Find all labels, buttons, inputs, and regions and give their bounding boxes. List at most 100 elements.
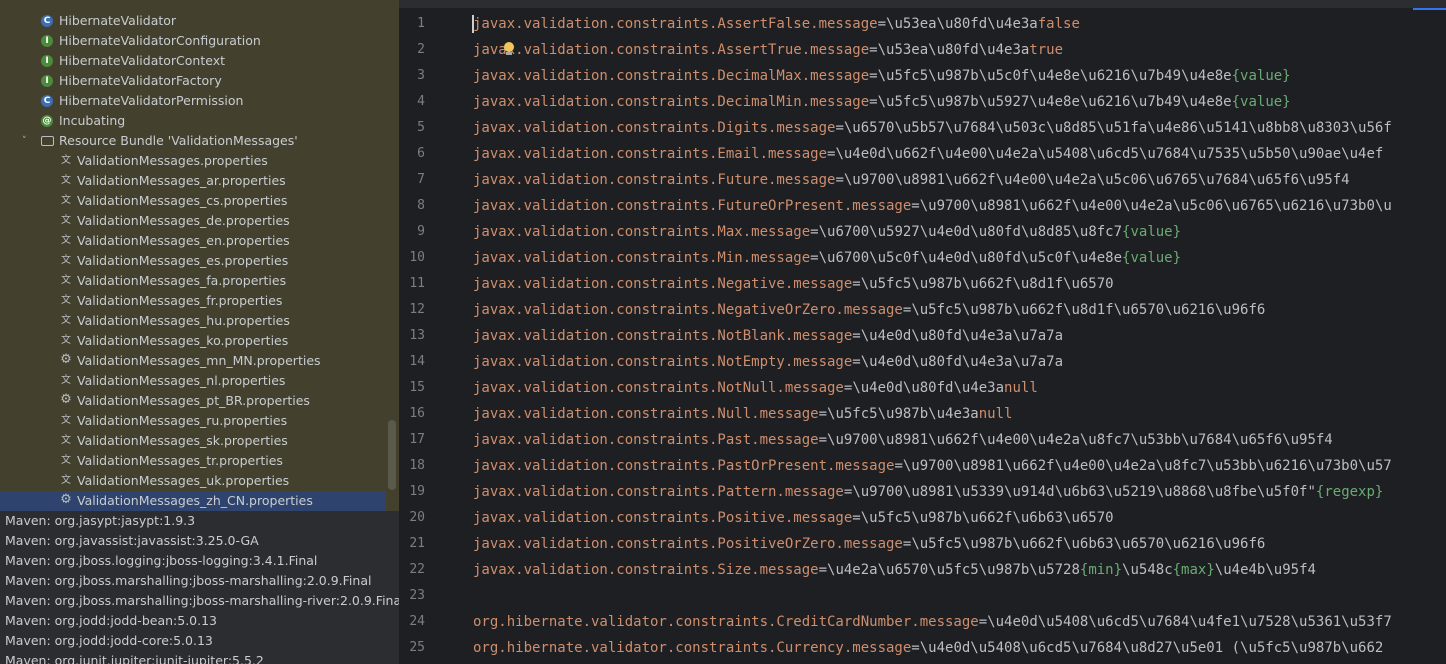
code-line[interactable]: 19 javax.validation.constraints.Pattern.m… xyxy=(399,479,1446,505)
properties-icon: 文 xyxy=(61,195,71,206)
interface-icon: I xyxy=(41,75,53,87)
tree-item[interactable]: C HibernateValidator xyxy=(0,11,399,31)
library-item[interactable]: Maven: org.junit.jupiter:junit-jupiter:5… xyxy=(0,651,399,664)
code-line[interactable]: 23 xyxy=(399,583,1446,609)
library-item[interactable]: Maven: org.jboss.logging:jboss-logging:3… xyxy=(0,551,399,571)
library-item[interactable]: Maven: org.jboss.marshalling:jboss-marsh… xyxy=(0,571,399,591)
tree-item[interactable]: 文 ValidationMessages_hu.properties xyxy=(0,311,399,331)
tree-item[interactable]: 文 ValidationMessages_ru.properties xyxy=(0,411,399,431)
library-item[interactable]: Maven: org.jodd:jodd-core:5.0.13 xyxy=(0,631,399,651)
property-key: javax.validation.constraints.AssertTrue.… xyxy=(473,42,870,58)
code-line[interactable]: 17 javax.validation.constraints.Past.mess… xyxy=(399,427,1446,453)
code-line[interactable]: 15 javax.validation.constraints.NotNull.m… xyxy=(399,375,1446,401)
tree-item[interactable]: @ Incubating xyxy=(0,111,399,131)
tree-item[interactable]: I HibernateValidatorFactory xyxy=(0,71,399,91)
library-item[interactable]: Maven: org.jboss.marshalling:jboss-marsh… xyxy=(0,591,399,611)
property-key: javax.validation.constraints.FutureOrPre… xyxy=(473,198,912,214)
library-item-label: Maven: org.javassist:javassist:3.25.0-GA xyxy=(5,533,259,548)
tree-item[interactable]: ⚙ ValidationMessages_pt_BR.properties xyxy=(0,391,399,411)
line-number: 21 xyxy=(409,536,425,551)
code-line[interactable]: 11 javax.validation.constraints.Negative.… xyxy=(399,271,1446,297)
property-value: \u4e0d\u80fd\u4e3a\u7a7a xyxy=(860,328,1064,344)
property-key: org.hibernate.validator.constraints.Cred… xyxy=(473,614,979,630)
tree-item[interactable]: ⚙ ValidationMessages_mn_MN.properties xyxy=(0,351,399,371)
tree-item[interactable]: I HibernateValidatorContext xyxy=(0,51,399,71)
property-key: javax.validation.constraints.Past.messag… xyxy=(473,432,819,448)
code-line[interactable]: 5 javax.validation.constraints.Digits.mes… xyxy=(399,115,1446,141)
tree-item[interactable]: 文 ValidationMessages_tr.properties xyxy=(0,451,399,471)
code-line[interactable]: 24 org.hibernate.validator.constraints.Cr… xyxy=(399,609,1446,635)
code-line[interactable]: 13 javax.validation.constraints.NotBlank.… xyxy=(399,323,1446,349)
code-line[interactable]: 4 javax.validation.constraints.DecimalMin… xyxy=(399,89,1446,115)
property-value: \u5fc5\u987b\u662f\u6b63\u6570 xyxy=(860,510,1114,526)
interface-icon: I xyxy=(41,35,53,47)
property-value: \u53ea\u80fd\u4e3a xyxy=(877,42,1030,58)
properties-icon: 文 xyxy=(61,295,71,306)
code-line[interactable]: 25 org.hibernate.validator.constraints.Cu… xyxy=(399,635,1446,661)
code-line[interactable]: 8 javax.validation.constraints.FutureOrPr… xyxy=(399,193,1446,219)
code-text: javax.validation.constraints.DecimalMin.… xyxy=(473,89,1291,115)
property-key: javax.validation.constraints.Positive.me… xyxy=(473,510,853,526)
tree-item[interactable]: 文 ValidationMessages_ko.properties xyxy=(0,331,399,351)
code-text: javax.validation.constraints.Max.message… xyxy=(473,219,1181,245)
line-number: 12 xyxy=(409,302,425,317)
code-line[interactable]: 2 javax.validation.constraints.AssertTrue… xyxy=(399,37,1446,63)
tree-item[interactable]: ˅ Resource Bundle 'ValidationMessages' xyxy=(0,131,399,151)
property-value: \u9700\u8981\u662f\u4e00\u4e2a\u5c06\u67… xyxy=(843,172,1350,188)
code-text: javax.validation.constraints.Past.messag… xyxy=(473,427,1333,453)
tree-item-label: HibernateValidatorContext xyxy=(59,53,226,68)
property-key: javax.validation.constraints.Max.message xyxy=(473,224,811,240)
code-line[interactable]: 10 javax.validation.constraints.Min.messa… xyxy=(399,245,1446,271)
tree-item-label: ValidationMessages_cs.properties xyxy=(77,193,288,208)
tree-item[interactable]: 文 ValidationMessages_nl.properties xyxy=(0,371,399,391)
library-item[interactable]: Maven: org.jasypt:jasypt:1.9.3 xyxy=(0,511,399,531)
tree-item[interactable]: I HibernateValidatorConfiguration xyxy=(0,31,399,51)
code-text: javax.validation.constraints.NotNull.mes… xyxy=(473,375,1038,401)
code-line[interactable]: 6 javax.validation.constraints.Email.mess… xyxy=(399,141,1446,167)
code-line[interactable]: 3 javax.validation.constraints.DecimalMax… xyxy=(399,63,1446,89)
code-line[interactable]: 12 javax.validation.constraints.NegativeO… xyxy=(399,297,1446,323)
code-text: javax.validation.constraints.Digits.mess… xyxy=(473,115,1392,141)
line-number: 10 xyxy=(409,250,425,265)
code-line[interactable]: 7 javax.validation.constraints.Future.mes… xyxy=(399,167,1446,193)
code-text: javax.validation.constraints.Size.messag… xyxy=(473,557,1316,583)
property-key: javax.validation.constraints.PositiveOrZ… xyxy=(473,536,903,552)
tree-item[interactable]: 文 ValidationMessages_cs.properties xyxy=(0,191,399,211)
tree-item-label: HibernateValidator xyxy=(59,13,177,28)
tree-item[interactable]: 文 ValidationMessages_de.properties xyxy=(0,211,399,231)
code-line[interactable]: 16 javax.validation.constraints.Null.mess… xyxy=(399,401,1446,427)
tree-item-label: ValidationMessages_fr.properties xyxy=(77,293,283,308)
tree-item[interactable]: 文 ValidationMessages_en.properties xyxy=(0,231,399,251)
code-text: javax.validation.constraints.PositiveOrZ… xyxy=(473,531,1265,557)
tree-item[interactable]: 文 ValidationMessages_uk.properties xyxy=(0,471,399,491)
code-line[interactable]: 21 javax.validation.constraints.PositiveO… xyxy=(399,531,1446,557)
property-key: javax.validation.constraints.NotNull.mes… xyxy=(473,380,844,396)
library-item-label: Maven: org.jboss.marshalling:jboss-marsh… xyxy=(5,573,372,588)
code-line[interactable]: 9 javax.validation.constraints.Max.messag… xyxy=(399,219,1446,245)
code-editor[interactable]: 1 javax.validation.constraints.AssertFals… xyxy=(399,0,1446,664)
tree-item[interactable]: ⚙ ValidationMessages_zh_CN.properties xyxy=(0,491,386,511)
code-line[interactable]: 14 javax.validation.constraints.NotEmpty.… xyxy=(399,349,1446,375)
line-number: 1 xyxy=(417,16,425,31)
library-item[interactable]: Maven: org.jodd:jodd-bean:5.0.13 xyxy=(0,611,399,631)
equals-sign: = xyxy=(810,250,819,266)
code-line[interactable]: 22 javax.validation.constraints.Size.mess… xyxy=(399,557,1446,583)
code-text: javax.validation.constraints.DecimalMax.… xyxy=(473,63,1291,89)
tree-item[interactable]: 文 ValidationMessages_es.properties xyxy=(0,251,399,271)
tree-item-label: Resource Bundle 'ValidationMessages' xyxy=(59,133,298,148)
tree-item[interactable]: 文 ValidationMessages_sk.properties xyxy=(0,431,399,451)
tree-item[interactable]: 文 ValidationMessages_fr.properties xyxy=(0,291,399,311)
value-placeholder: {value} xyxy=(1122,250,1182,266)
value-placeholder: {value} xyxy=(1122,224,1182,240)
tree-item[interactable]: 文 ValidationMessages_fa.properties xyxy=(0,271,399,291)
chevron-down-icon[interactable]: ˅ xyxy=(22,131,27,151)
lightbulb-icon[interactable] xyxy=(503,42,515,56)
tree-item[interactable]: 文 ValidationMessages.properties xyxy=(0,151,399,171)
code-text: javax.validation.constraints.Min.message… xyxy=(473,245,1181,271)
code-line[interactable]: 18 javax.validation.constraints.PastOrPre… xyxy=(399,453,1446,479)
library-item[interactable]: Maven: org.javassist:javassist:3.25.0-GA xyxy=(0,531,399,551)
code-line[interactable]: 20 javax.validation.constraints.Positive.… xyxy=(399,505,1446,531)
tree-item[interactable]: 文 ValidationMessages_ar.properties xyxy=(0,171,399,191)
tree-item[interactable]: C HibernateValidatorPermission xyxy=(0,91,399,111)
code-line[interactable]: 1 javax.validation.constraints.AssertFals… xyxy=(399,11,1446,37)
